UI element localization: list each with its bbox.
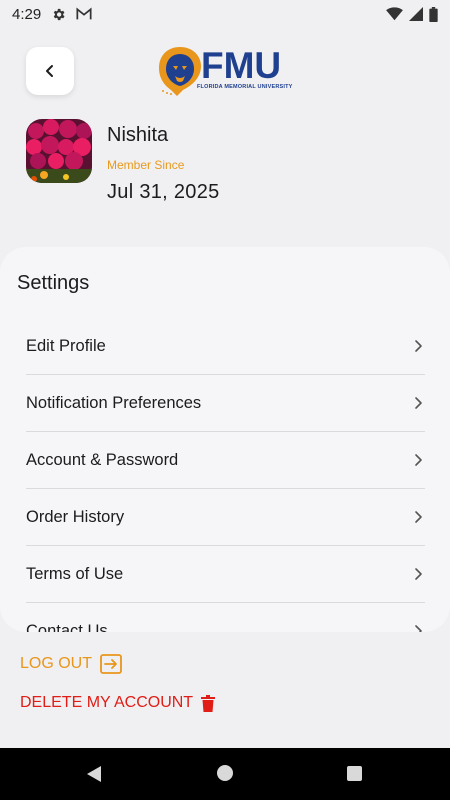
signal-icon: [409, 7, 423, 21]
member-since-date: Jul 31, 2025: [107, 181, 220, 203]
chevron-right-icon: [415, 511, 422, 523]
trash-icon: [201, 694, 216, 712]
profile-name: Nishita: [107, 124, 169, 146]
settings-item-label: Notification Preferences: [26, 393, 202, 412]
status-bar: 4:29: [0, 0, 450, 28]
nav-home-icon[interactable]: [217, 765, 233, 781]
settings-item-contact-us[interactable]: Contact Us: [26, 603, 425, 632]
member-since-label: Member Since: [107, 158, 185, 172]
logout-label: LOG OUT: [20, 655, 93, 672]
wifi-icon: [386, 7, 403, 21]
avatar[interactable]: [26, 119, 92, 183]
settings-item-label: Terms of Use: [26, 564, 124, 583]
nav-recents-icon[interactable]: [347, 766, 362, 781]
settings-item-edit-profile[interactable]: Edit Profile: [26, 318, 425, 375]
flower-photo: [26, 119, 92, 183]
settings-item-account-password[interactable]: Account & Password: [26, 432, 425, 489]
settings-item-terms-of-use[interactable]: Terms of Use: [26, 546, 425, 603]
delete-account-button[interactable]: DELETE MY ACCOUNT: [20, 694, 216, 712]
settings-item-order-history[interactable]: Order History: [26, 489, 425, 546]
settings-item-label: Edit Profile: [26, 336, 106, 355]
chevron-right-icon: [415, 454, 422, 466]
settings-item-label: Order History: [26, 507, 125, 526]
chevron-right-icon: [415, 397, 422, 409]
system-nav-bar: [0, 748, 450, 800]
chevron-right-icon: [415, 625, 422, 632]
delete-account-label: DELETE MY ACCOUNT: [20, 694, 194, 711]
settings-item-label: Account & Password: [26, 450, 179, 469]
logout-button[interactable]: LOG OUT: [20, 654, 122, 674]
chevron-left-icon: [46, 65, 53, 77]
fmu-logo: FMU FLORIDA MEMORIAL UNIVERSITY: [155, 44, 297, 98]
logo-subtitle: FLORIDA MEMORIAL UNIVERSITY: [197, 84, 293, 90]
settings-icon: [53, 8, 65, 20]
settings-item-label: Contact Us: [26, 621, 108, 633]
settings-list: Edit Profile Notification Preferences Ac…: [26, 318, 425, 632]
settings-card: Settings Edit Profile Notification Prefe…: [0, 247, 450, 632]
logo-text: FMU: [201, 45, 282, 86]
back-button[interactable]: [26, 47, 74, 95]
chevron-right-icon: [415, 340, 422, 352]
logout-icon: [100, 654, 122, 674]
battery-icon: [429, 6, 438, 22]
settings-title: Settings: [17, 272, 90, 294]
gmail-icon: [76, 7, 92, 20]
status-time: 4:29: [12, 5, 42, 23]
chevron-right-icon: [415, 568, 422, 580]
nav-back-icon[interactable]: [86, 766, 102, 782]
settings-item-notification-preferences[interactable]: Notification Preferences: [26, 375, 425, 432]
